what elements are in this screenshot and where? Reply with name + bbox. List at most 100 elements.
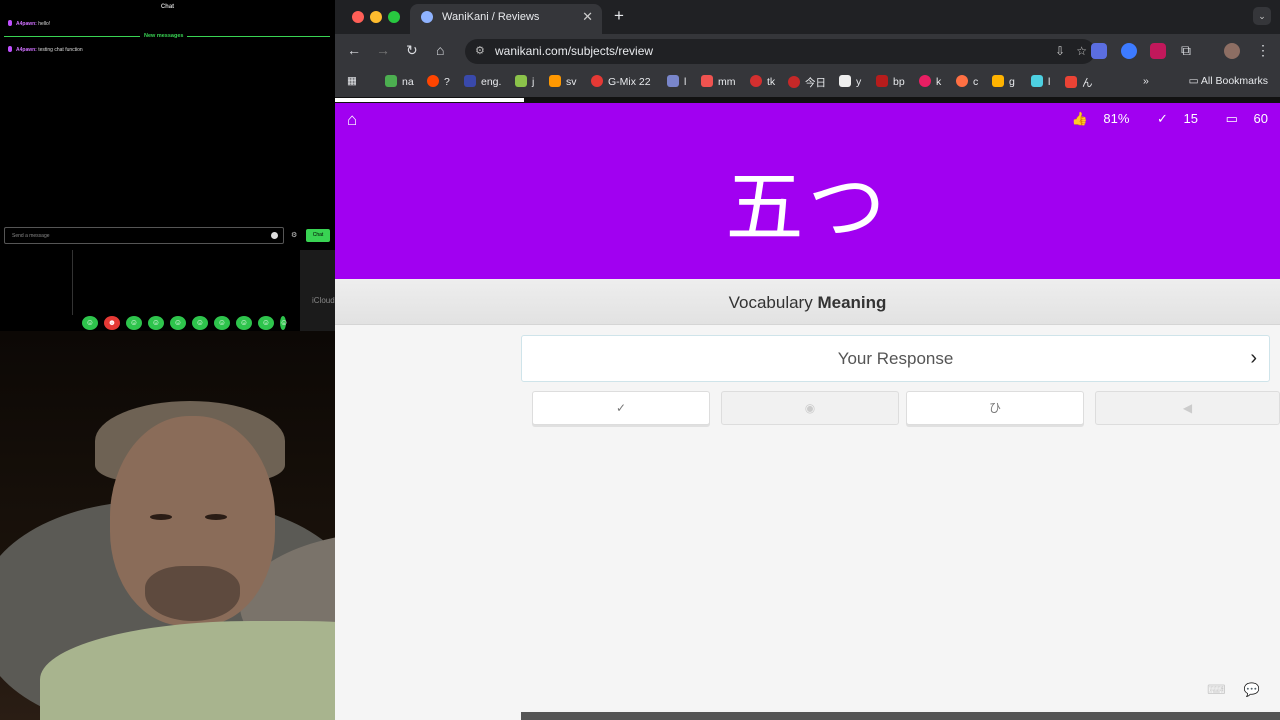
bookmark-item[interactable]: sv: [549, 75, 577, 88]
stream-chat-panel: Chat New messages A4pawn: hello! A4pawn:…: [0, 0, 335, 331]
emote-icon[interactable]: ☺: [170, 316, 186, 330]
chat-username[interactable]: A4pawn:: [16, 47, 37, 53]
chat-bubble-icon[interactable]: 💬: [1244, 682, 1260, 697]
reload-icon[interactable]: ↻: [406, 42, 418, 59]
minimize-window-icon[interactable]: [370, 11, 382, 23]
extension-icon[interactable]: [1091, 43, 1107, 59]
emote-icon[interactable]: ☺: [82, 316, 98, 330]
bookmark-item[interactable]: j: [515, 75, 534, 88]
emote-icon[interactable]: ☺: [236, 316, 252, 330]
address-bar[interactable]: ⚙ wanikani.com/subjects/review ⇩ ☆: [465, 39, 1095, 64]
close-tab-icon[interactable]: ✕: [582, 4, 593, 30]
bookmark-favicon-icon: [876, 75, 888, 87]
browser-toolbar: ← → ↻ ⌂ ⚙ wanikani.com/subjects/review ⇩…: [335, 34, 1280, 68]
install-app-icon[interactable]: ⇩: [1055, 39, 1065, 64]
emote-icon[interactable]: ☺: [192, 316, 208, 330]
question-type: Vocabulary Meaning: [335, 279, 1280, 325]
subject-characters: 五つ: [725, 163, 890, 253]
bookmark-label: sv: [566, 76, 577, 88]
remaining-value: 60: [1253, 111, 1268, 126]
chat-message: A4pawn: testing chat function: [8, 46, 83, 53]
divider: [72, 250, 73, 315]
extension-icon[interactable]: [1121, 43, 1137, 59]
close-window-icon[interactable]: [352, 11, 364, 23]
home-icon[interactable]: ⌂: [436, 42, 444, 58]
extension-icon[interactable]: [1150, 43, 1166, 59]
bookmark-item[interactable]: eng.: [464, 75, 501, 88]
bookmark-item[interactable]: tk: [750, 75, 775, 88]
bookmark-label: mm: [718, 76, 736, 88]
bookmark-favicon-icon: [788, 76, 800, 88]
bookmark-item[interactable]: k: [919, 75, 941, 88]
submit-answer-chevron-right-icon[interactable]: ›: [1250, 336, 1257, 381]
person-beard: [145, 566, 240, 621]
bookmark-item[interactable]: ん: [1065, 75, 1093, 90]
tab-title: WaniKani / Reviews: [442, 11, 540, 23]
apps-grid-icon[interactable]: ▦: [347, 75, 357, 87]
home-icon[interactable]: ⌂: [347, 110, 357, 130]
emoji-picker-icon[interactable]: [271, 232, 278, 239]
bookmark-item[interactable]: G-Mix 22: [591, 75, 651, 88]
more-bookmarks-chevron-icon[interactable]: »: [1143, 75, 1149, 87]
tab-wanikani-reviews[interactable]: WaniKani / Reviews ✕: [410, 4, 602, 34]
bookmark-favicon-icon: [385, 75, 397, 87]
chat-text: hello!: [38, 21, 51, 27]
completed-value: 15: [1183, 111, 1198, 126]
question-kind: Meaning: [817, 293, 887, 312]
chat-username[interactable]: A4pawn:: [16, 21, 37, 27]
profile-avatar[interactable]: [1224, 43, 1240, 59]
site-settings-icon[interactable]: ⚙: [475, 39, 485, 64]
bookmark-item[interactable]: ?: [427, 75, 450, 88]
emote-icon[interactable]: ☺: [148, 316, 164, 330]
bookmark-label: G-Mix 22: [608, 76, 651, 88]
extensions-puzzle-icon[interactable]: ⧉: [1181, 42, 1191, 59]
reddit-icon: [427, 75, 439, 87]
bookmark-item[interactable]: mm: [701, 75, 736, 88]
forward-arrow-icon[interactable]: →: [376, 42, 390, 58]
bookmark-item[interactable]: 今日: [788, 75, 826, 90]
emote-icon[interactable]: ☺: [258, 316, 274, 330]
new-tab-icon[interactable]: +: [614, 6, 624, 26]
emote-icon[interactable]: ☺: [214, 316, 230, 330]
bookmark-item[interactable]: bp: [876, 75, 905, 88]
item-info-button[interactable]: ◉: [721, 391, 899, 425]
all-bookmarks-button[interactable]: ▭ All Bookmarks: [1189, 75, 1268, 87]
bookmark-item[interactable]: l: [1031, 75, 1050, 88]
person-eye: [150, 514, 172, 520]
bookmark-favicon-icon: [919, 75, 931, 87]
back-arrow-icon[interactable]: ←: [347, 42, 361, 58]
kana-chart-button[interactable]: ひ: [906, 391, 1084, 425]
bookmark-label: ん: [1082, 77, 1093, 89]
chess-icon: [464, 75, 476, 87]
chat-send-button[interactable]: Chat: [306, 229, 330, 242]
emote-icon[interactable]: ☻: [104, 316, 120, 330]
check-answer-button[interactable]: ✓: [532, 391, 710, 425]
bookmark-star-icon[interactable]: ☆: [1076, 39, 1087, 64]
chat-input[interactable]: Send a message: [4, 227, 284, 244]
gmail-icon: [1065, 76, 1077, 88]
play-audio-button[interactable]: ◀: [1095, 391, 1280, 425]
audio-speaker-icon: ◀: [1182, 401, 1193, 415]
wanikani-favicon-icon: [421, 11, 433, 23]
tab-search-chevron-down-icon[interactable]: ⌄: [1253, 7, 1271, 25]
bookmark-favicon-icon: [956, 75, 968, 87]
maximize-window-icon[interactable]: [388, 11, 400, 23]
bookmark-item[interactable]: na: [385, 75, 414, 88]
bookmark-item[interactable]: c: [956, 75, 978, 88]
bookmark-item[interactable]: y: [839, 75, 861, 88]
bookmarks-bar: ▦ na ? eng. j sv G-Mix 22 l mm tk 今日 y b…: [335, 68, 1280, 97]
answer-input[interactable]: Your Response ›: [521, 335, 1270, 382]
bookmark-label: ?: [444, 76, 450, 88]
bookmark-favicon-icon: [515, 75, 527, 87]
chat-settings-gear-icon[interactable]: ⚙: [291, 231, 297, 239]
bookmark-item[interactable]: g: [992, 75, 1015, 88]
percent-value: 81%: [1103, 111, 1130, 126]
bookmark-favicon-icon: [701, 75, 713, 87]
keyboard-icon[interactable]: ⌨: [1207, 682, 1226, 697]
emote-icon[interactable]: ☺: [280, 316, 288, 330]
chat-title: Chat: [160, 4, 175, 10]
emote-icon[interactable]: ☺: [126, 316, 142, 330]
menu-kebab-icon[interactable]: ⋮: [1256, 42, 1270, 59]
bookmark-favicon-icon: [667, 75, 679, 87]
bookmark-item[interactable]: l: [667, 75, 686, 88]
